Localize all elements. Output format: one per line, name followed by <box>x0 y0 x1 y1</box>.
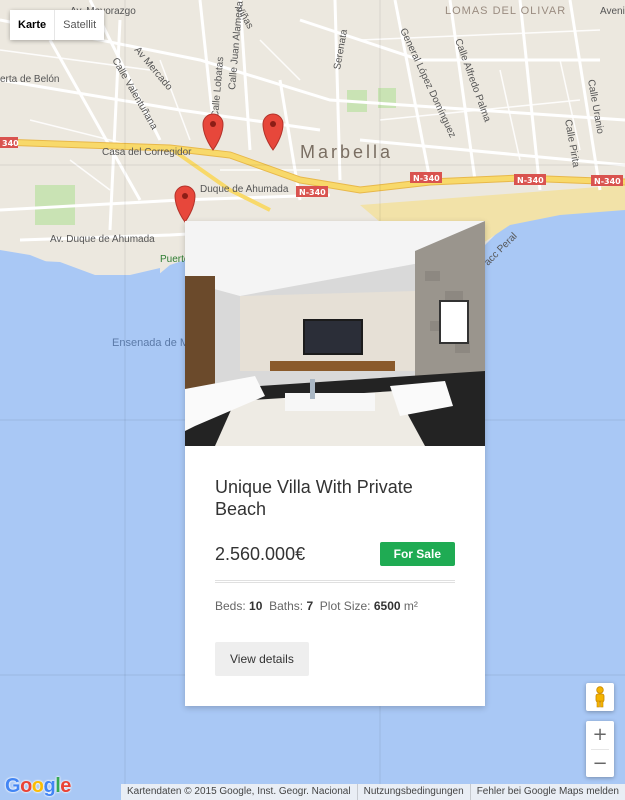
view-details-button[interactable]: View details <box>215 642 309 676</box>
listing-specs: Beds: 10 Baths: 7 Plot Size: 6500 m² <box>215 599 455 613</box>
road-shield: N-340 <box>299 188 326 197</box>
road-shield: N-340 <box>413 174 440 183</box>
property-photo[interactable] <box>185 221 485 446</box>
street-label: erta de Belón <box>0 74 60 85</box>
district-label: LOMAS DEL OLIVAR <box>445 5 566 17</box>
logo-letter: o <box>31 775 44 797</box>
logo-letter: e <box>60 775 71 797</box>
map-type-karte-button[interactable]: Karte <box>10 10 55 40</box>
road-shield: N-340 <box>594 177 621 186</box>
logo-letter: o <box>20 775 32 797</box>
zoom-control: + − <box>586 721 614 777</box>
road-shield: N-340 <box>517 176 544 185</box>
listing-title[interactable]: Unique Villa With Private Beach <box>215 476 455 520</box>
street-view-pegman[interactable] <box>586 683 614 711</box>
map-type-satellit-button[interactable]: Satellit <box>55 10 105 40</box>
beds-value: 10 <box>249 599 263 613</box>
place-label: Casa del Corregidor <box>102 147 192 158</box>
place-label: Duque de Ahumada <box>200 184 289 195</box>
map-type-control: Karte Satellit <box>10 10 105 40</box>
baths-value: 7 <box>306 599 314 613</box>
google-logo[interactable]: Google <box>5 775 71 798</box>
city-label: Marbella <box>300 142 393 162</box>
listing-card: Unique Villa With Private Beach 2.560.00… <box>185 221 485 706</box>
street-label: Avenida <box>600 6 625 17</box>
status-badge: For Sale <box>379 542 455 566</box>
plot-unit: m² <box>403 599 418 613</box>
road-shield: 340 <box>2 139 19 148</box>
street-label: Av. Duque de Ahumada <box>50 234 155 245</box>
map-attribution: Kartendaten © 2015 Google, Inst. Geogr. … <box>120 784 625 800</box>
logo-letter: G <box>5 775 21 797</box>
zoom-out-button[interactable]: − <box>586 750 614 778</box>
baths-label: Baths: <box>269 599 304 613</box>
report-error-link[interactable]: Fehler bei Google Maps melden <box>469 784 625 800</box>
attribution-text: Kartendaten © 2015 Google, Inst. Geogr. … <box>126 786 351 797</box>
beds-label: Beds: <box>215 599 246 613</box>
terms-link[interactable]: Nutzungsbedingungen <box>356 784 470 800</box>
plot-value: 6500 <box>373 599 401 613</box>
price-row: 2.560.000€ For Sale <box>215 542 455 566</box>
zoom-in-button[interactable]: + <box>586 721 614 749</box>
logo-letter: g <box>43 775 56 797</box>
plot-label: Plot Size: <box>319 599 371 613</box>
divider <box>215 580 455 583</box>
listing-price: 2.560.000€ <box>215 543 306 564</box>
pegman-icon <box>595 686 605 708</box>
